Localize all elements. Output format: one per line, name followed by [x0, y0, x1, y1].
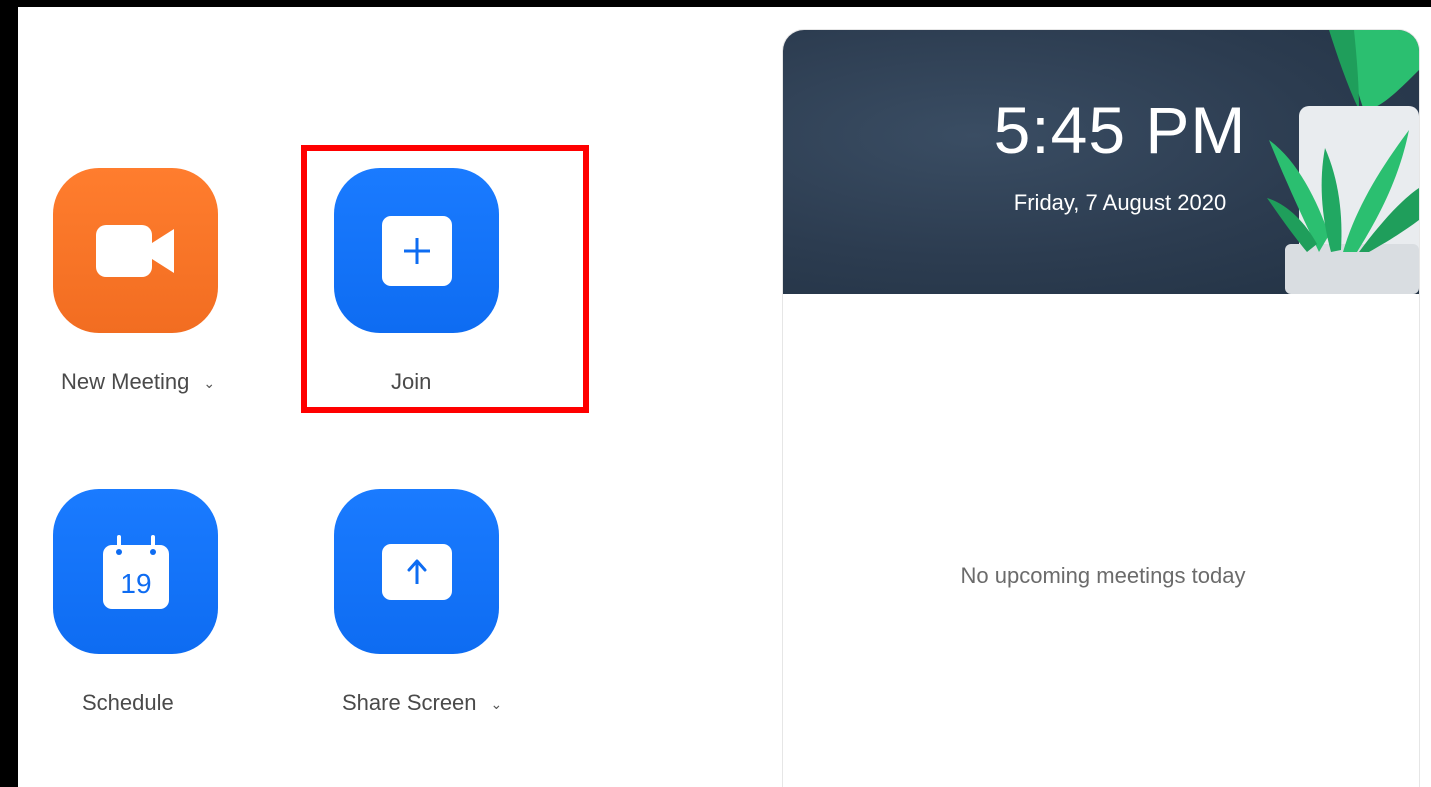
no-meetings-message: No upcoming meetings today — [960, 563, 1246, 588]
share-screen-button[interactable] — [334, 489, 499, 654]
schedule-button[interactable]: 19 — [53, 489, 218, 654]
schedule-label: Schedule — [82, 690, 174, 715]
upcoming-meetings-panel: 5:45 PM Friday, 7 August 2020 No upcomin… — [782, 29, 1420, 787]
join-button[interactable] — [334, 168, 499, 333]
chevron-down-icon[interactable]: ⌄ — [203, 375, 215, 392]
zoom-home-window: New Meeting ⌄ Join 19 Schedule Share Scr… — [18, 7, 1431, 787]
join-label: Join — [391, 369, 432, 394]
video-camera-icon — [95, 224, 174, 277]
calendar-icon: 19 — [102, 534, 169, 609]
new-meeting-label: New Meeting — [61, 369, 190, 394]
upload-arrow-icon — [381, 543, 452, 600]
chevron-down-icon[interactable]: ⌄ — [491, 696, 503, 713]
share-screen-label: Share Screen — [342, 690, 477, 715]
new-meeting-button[interactable] — [53, 168, 218, 333]
new-meeting-label-row[interactable]: New Meeting ⌄ — [61, 369, 215, 395]
current-date: Friday, 7 August 2020 — [1013, 190, 1227, 215]
clock-header: 5:45 PM Friday, 7 August 2020 — [783, 30, 1419, 294]
screen-frame: New Meeting ⌄ Join 19 Schedule Share Scr… — [0, 0, 1431, 787]
calendar-day: 19 — [120, 568, 151, 599]
current-time: 5:45 PM — [993, 93, 1247, 167]
schedule-label-row[interactable]: Schedule — [82, 690, 174, 716]
plus-icon — [381, 215, 452, 286]
share-screen-label-row[interactable]: Share Screen ⌄ — [342, 690, 502, 716]
join-label-row[interactable]: Join — [391, 369, 431, 395]
